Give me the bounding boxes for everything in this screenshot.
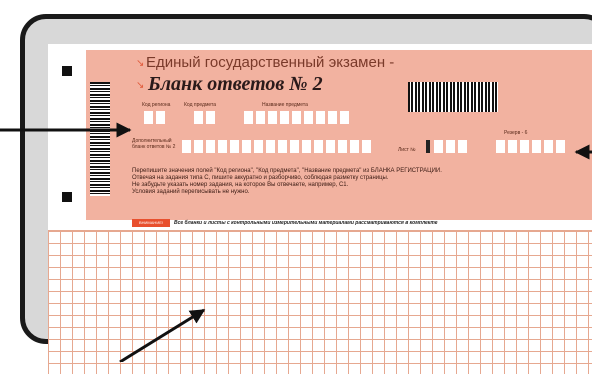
arrow-answer-grid bbox=[119, 308, 206, 362]
callout-arrows bbox=[0, 122, 592, 362]
